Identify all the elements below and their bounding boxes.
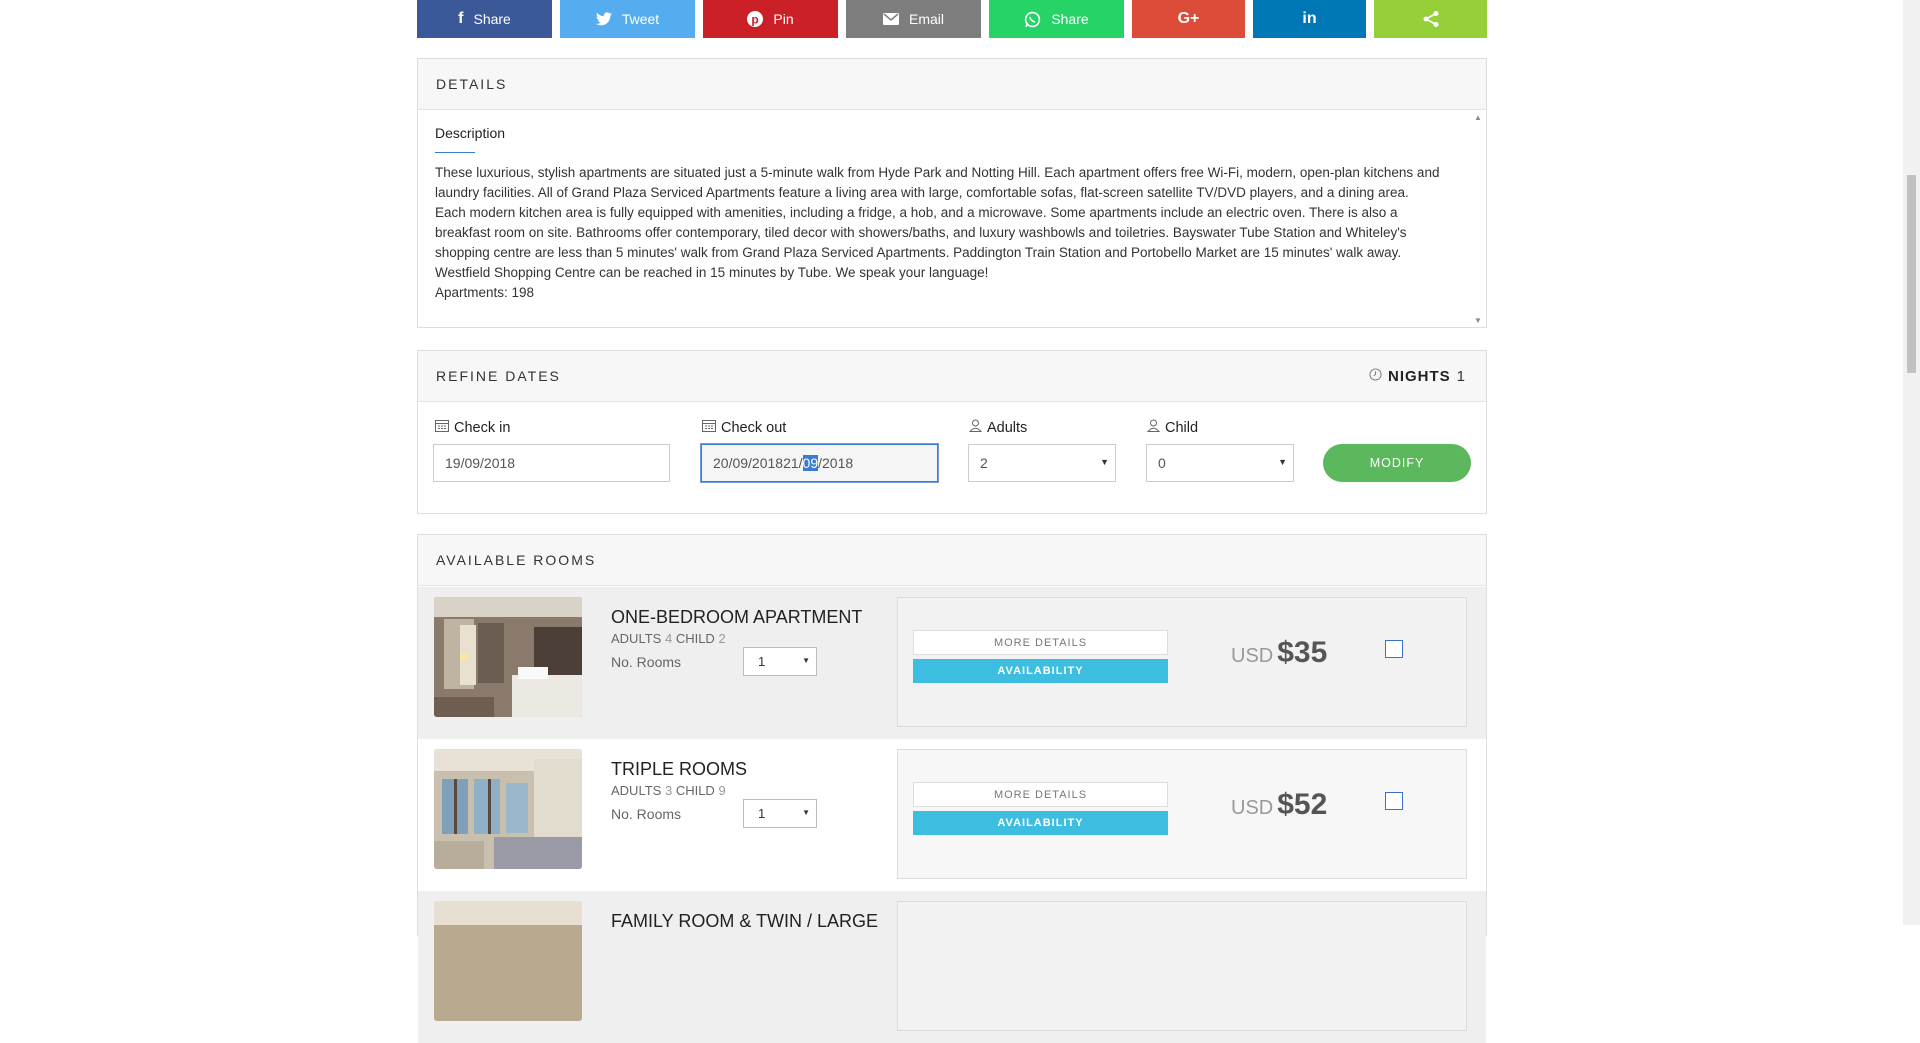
facebook-share-button[interactable]: f Share <box>417 0 552 38</box>
whatsapp-share-button[interactable]: Share <box>989 0 1124 38</box>
email-share-button[interactable]: Email <box>846 0 981 38</box>
modify-button[interactable]: MODIFY <box>1323 444 1471 482</box>
child-label: Child <box>1146 419 1198 436</box>
whatsapp-icon <box>1024 11 1041 28</box>
chevron-down-icon: ▼ <box>1278 457 1287 467</box>
linkedin-share-button[interactable]: in <box>1253 0 1366 38</box>
calendar-icon <box>702 419 716 436</box>
page-scrollbar-thumb[interactable] <box>1907 175 1916 373</box>
description-scrollbar[interactable]: ▲ ▼ <box>1471 111 1486 327</box>
chevron-down-icon: ▼ <box>802 656 810 665</box>
checkout-input[interactable]: 20/09/201821/09/2018 <box>701 444 938 482</box>
twitter-share-button[interactable]: Tweet <box>560 0 695 38</box>
room-price-box: MORE DETAILS AVAILABILITY USD $35 <box>897 597 1467 727</box>
room-row: FAMILY ROOM & TWIN / LARGE <box>418 891 1486 1043</box>
checkout-text-before: 20/09/201821/ <box>713 455 803 471</box>
room-name: TRIPLE ROOMS <box>611 759 748 779</box>
facebook-icon: f <box>458 10 464 27</box>
child-selected-value: 0 <box>1158 455 1166 471</box>
availability-button[interactable]: AVAILABILITY <box>913 659 1168 683</box>
nights-label: NIGHTS <box>1387 368 1451 385</box>
refine-dates-title: REFINE DATES <box>436 368 561 384</box>
email-icon <box>882 13 899 25</box>
page-scrollbar[interactable] <box>1903 0 1920 925</box>
room-row: TRIPLE ROOMS ADULTS 3 CHILD 9 No. Rooms … <box>418 739 1486 891</box>
description-area: Description These luxurious, stylish apa… <box>418 111 1486 327</box>
nights-indicator: NIGHTS 1 <box>1369 368 1466 385</box>
room-capacity: ADULTS 4 CHILD 2 <box>611 631 726 646</box>
google-plus-share-button[interactable]: G+ <box>1132 0 1245 38</box>
chevron-down-icon: ▼ <box>802 808 810 817</box>
scroll-up-arrow-icon[interactable]: ▲ <box>1474 113 1482 122</box>
room-photo[interactable] <box>434 749 582 869</box>
description-title: Description <box>435 125 506 141</box>
checkout-selected-text: 09 <box>802 455 819 471</box>
room-capacity: ADULTS 3 CHILD 9 <box>611 783 726 798</box>
refine-dates-panel: REFINE DATES NIGHTS 1 Check in 19/09/201… <box>417 350 1487 514</box>
scroll-down-arrow-icon[interactable]: ▼ <box>1474 316 1482 325</box>
available-rooms-header: AVAILABLE ROOMS <box>418 535 1486 586</box>
calendar-icon <box>435 419 449 436</box>
description-text: These luxurious, stylish apartments are … <box>435 163 1440 303</box>
availability-button[interactable]: AVAILABILITY <box>913 811 1168 835</box>
room-count-select[interactable]: 1 ▼ <box>743 647 817 676</box>
google-plus-icon: G+ <box>1177 10 1200 27</box>
adults-select[interactable]: 2 ▼ <box>968 444 1116 482</box>
linkedin-icon: in <box>1302 10 1317 27</box>
room-row: ONE-BEDROOM APARTMENT ADULTS 4 CHILD 2 N… <box>418 587 1486 739</box>
room-price-box <box>897 901 1467 1031</box>
room-name: FAMILY ROOM & TWIN / LARGE <box>611 911 879 931</box>
pinterest-share-button[interactable]: p Pin <box>703 0 838 38</box>
checkin-input[interactable]: 19/09/2018 <box>433 444 670 482</box>
adults-selected-value: 2 <box>980 455 988 471</box>
twitter-icon <box>595 12 612 26</box>
room-select-checkbox[interactable] <box>1385 792 1403 810</box>
child-select[interactable]: 0 ▼ <box>1146 444 1294 482</box>
more-share-button[interactable] <box>1374 0 1487 38</box>
description-underline <box>435 152 475 153</box>
room-photo[interactable] <box>434 901 582 1021</box>
details-header: DETAILS <box>418 59 1486 110</box>
room-select-checkbox[interactable] <box>1385 640 1403 658</box>
person-icon <box>1146 419 1161 436</box>
checkout-label: Check out <box>702 419 786 436</box>
room-count-select[interactable]: 1 ▼ <box>743 799 817 828</box>
more-details-button[interactable]: MORE DETAILS <box>913 630 1168 655</box>
available-rooms-panel: AVAILABLE ROOMS ONE-BEDROOM APARTMENT AD… <box>417 534 1487 1043</box>
person-icon <box>968 419 983 436</box>
refine-dates-header: REFINE DATES <box>418 351 1486 402</box>
no-rooms-label: No. Rooms <box>611 654 682 670</box>
share-icon <box>1422 10 1440 28</box>
nights-value: 1 <box>1456 368 1466 385</box>
details-panel: DETAILS Description These luxurious, sty… <box>417 58 1487 328</box>
room-photo[interactable] <box>434 597 582 717</box>
clock-icon <box>1369 368 1382 385</box>
room-price: USD $52 <box>1231 788 1328 821</box>
more-details-button[interactable]: MORE DETAILS <box>913 782 1168 807</box>
apartments-count: Apartments: 198 <box>435 285 535 300</box>
checkout-text-after: /2018 <box>818 455 854 471</box>
room-price-box: MORE DETAILS AVAILABILITY USD $52 <box>897 749 1467 879</box>
pinterest-icon: p <box>747 11 764 27</box>
no-rooms-label: No. Rooms <box>611 806 682 822</box>
svg-text:p: p <box>752 13 759 27</box>
adults-label: Adults <box>968 419 1027 436</box>
description-body: These luxurious, stylish apartments are … <box>435 165 1440 280</box>
room-price: USD $35 <box>1231 636 1328 669</box>
share-bar: f Share Tweet p Pin Email Share G+ in <box>417 0 1487 38</box>
checkin-label: Check in <box>435 419 510 436</box>
chevron-down-icon: ▼ <box>1100 457 1109 467</box>
room-name: ONE-BEDROOM APARTMENT <box>611 607 863 627</box>
